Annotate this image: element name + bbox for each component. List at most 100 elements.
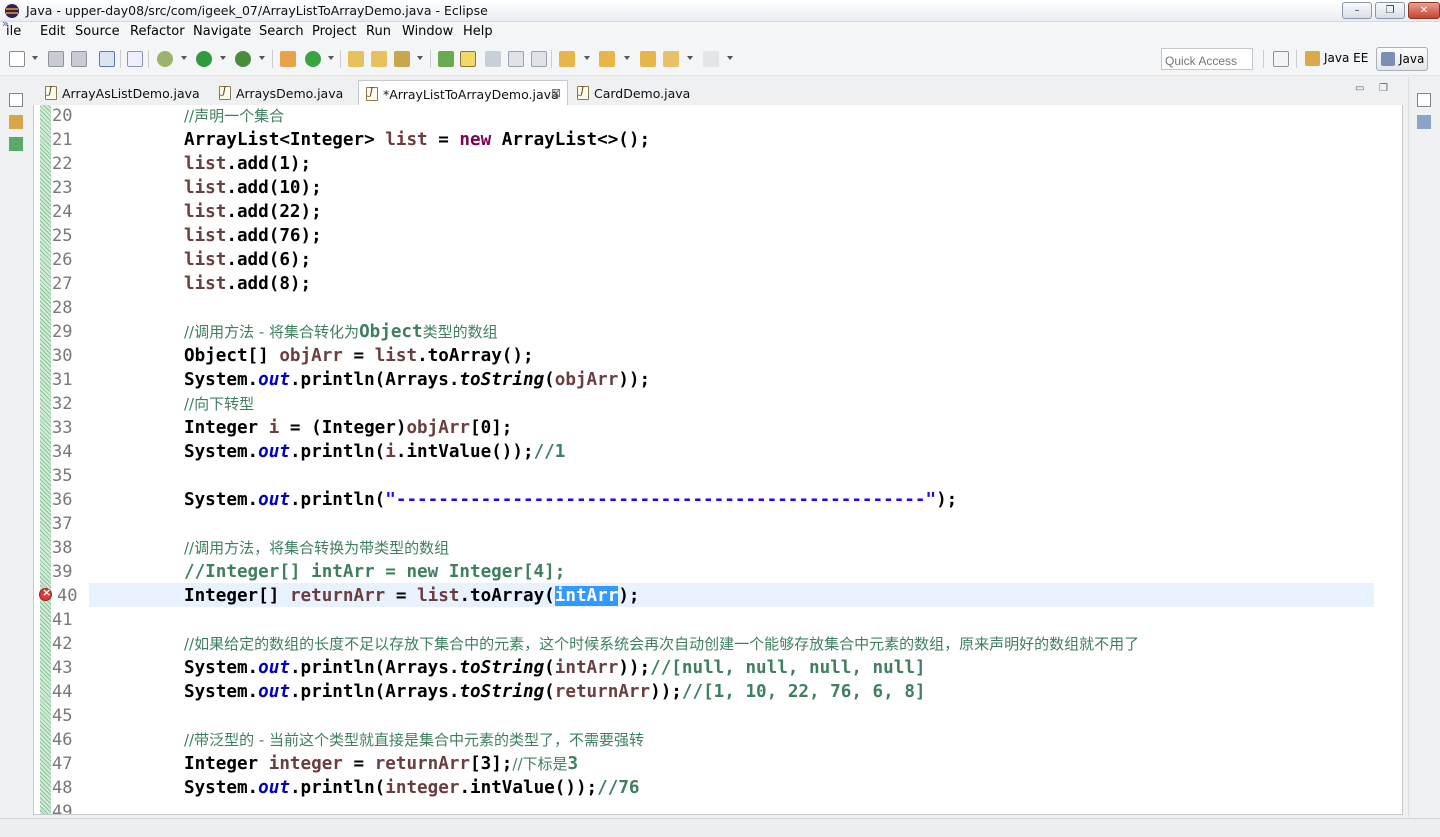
skip-breakpoints-icon[interactable] — [127, 51, 143, 67]
tab-arraylisttoarraydemo[interactable]: *ArrayListToArrayDemo.java ⊠ — [358, 80, 568, 105]
close-icon[interactable]: ⊠ — [551, 86, 561, 100]
minimize-icon: – — [1354, 5, 1360, 16]
close-window-button[interactable]: ✕ — [1408, 2, 1440, 19]
new-package-icon[interactable] — [280, 51, 296, 67]
menu-source[interactable]: Source — [75, 24, 120, 39]
menu-search[interactable]: Search — [259, 24, 304, 39]
tab-label: CardDemo.java — [594, 86, 691, 101]
perspective-java-button[interactable]: Java — [1376, 47, 1428, 71]
line-number: 23 — [52, 178, 73, 198]
open-type-icon[interactable] — [348, 51, 364, 67]
line-number: 35 — [52, 466, 73, 486]
selected-text[interactable]: intArr — [554, 586, 619, 606]
run-external-icon[interactable] — [235, 51, 251, 67]
minimize-icon[interactable]: ▭ — [1355, 83, 1364, 94]
java-editor[interactable]: 20 21 22 23 24 25 26 27 28 29 30 31 32 3… — [33, 105, 1403, 815]
main-toolbar: Java EE Java — [0, 42, 1440, 76]
chevron-down-icon[interactable] — [181, 56, 187, 60]
chevron-down-icon[interactable] — [584, 56, 590, 60]
pilcrow-icon[interactable] — [531, 51, 547, 67]
chevron-down-icon[interactable] — [417, 56, 423, 60]
tab-label: *ArrayListToArrayDemo.java — [383, 87, 559, 102]
javaee-perspective-icon — [1305, 51, 1320, 66]
minimize-window-button[interactable]: – — [1342, 2, 1372, 19]
line-number: 32 — [52, 394, 73, 414]
line-number: 25 — [52, 226, 73, 246]
back-icon[interactable] — [663, 51, 679, 67]
code-line: //调用方法，将集合转换为带类型的数组 — [184, 536, 449, 560]
maximize-icon[interactable]: ❐ — [1379, 83, 1388, 94]
line-number: 26 — [52, 250, 73, 270]
line-number-error: 40 — [57, 586, 78, 606]
line-number: 45 — [52, 706, 73, 726]
perspective-javaee-button[interactable]: Java EE — [1302, 48, 1368, 70]
menu-run[interactable]: Run — [366, 24, 391, 39]
chevron-down-icon[interactable] — [624, 56, 630, 60]
chevron-down-icon[interactable] — [259, 56, 265, 60]
search-icon[interactable] — [394, 51, 410, 67]
line-number: 28 — [52, 298, 73, 318]
comment-text: //向下转型 — [184, 395, 255, 413]
menu-file[interactable]: ile — [6, 24, 21, 39]
java-file-icon — [577, 86, 589, 100]
code-line: System.out.println(Arrays.toString(objAr… — [184, 370, 651, 390]
line-number: 38 — [52, 538, 73, 558]
tab-arrayaslistdemo[interactable]: ArrayAsListDemo.java — [38, 80, 208, 105]
line-number-ruler: 20 21 22 23 24 25 26 27 28 29 30 31 32 3… — [52, 105, 88, 814]
next-edit-icon[interactable] — [559, 51, 575, 67]
tab-arraysdemo[interactable]: ArraysDemo.java — [212, 80, 362, 105]
code-line: ArrayList<Integer> list = new ArrayList<… — [184, 130, 651, 150]
code-line: list.add(22); — [184, 202, 322, 222]
editor-tab-bar: ArrayAsListDemo.java ArraysDemo.java *Ar… — [33, 79, 1403, 105]
mark-occurrences-icon[interactable] — [460, 51, 476, 67]
comment-text: 3 — [567, 754, 579, 774]
chevron-down-icon[interactable] — [220, 56, 226, 60]
restore-window-button[interactable]: ❐ — [1375, 2, 1405, 19]
code-line: list.add(10); — [184, 178, 322, 198]
code-line: list.add(1); — [184, 154, 312, 174]
forward-icon[interactable] — [703, 51, 719, 67]
hierarchy-icon[interactable] — [9, 137, 23, 151]
last-edit-location-icon[interactable] — [640, 51, 656, 67]
open-resource-icon[interactable] — [371, 51, 387, 67]
java-file-icon — [366, 87, 378, 101]
comment-text: 类型的数组 — [422, 323, 498, 341]
prev-edit-icon[interactable] — [599, 51, 615, 67]
save-icon[interactable] — [48, 51, 64, 67]
tab-carddemo[interactable]: CardDemo.java — [570, 80, 730, 105]
menu-window[interactable]: Window — [402, 24, 453, 39]
outline-icon[interactable] — [1417, 115, 1431, 129]
menu-project[interactable]: Project — [312, 24, 356, 39]
package-explorer-icon[interactable] — [9, 115, 23, 129]
toggle-block-selection-icon[interactable] — [485, 51, 501, 67]
run-icon[interactable] — [196, 51, 212, 67]
code-line: Object[] objArr = list.toArray(); — [184, 346, 534, 366]
quick-access-input[interactable] — [1161, 48, 1253, 70]
show-whitespace-icon[interactable] — [508, 51, 524, 67]
next-annotation-icon[interactable] — [438, 51, 454, 67]
menu-refactor[interactable]: Refactor — [130, 24, 185, 39]
restore-icon[interactable] — [9, 93, 23, 107]
chevron-down-icon[interactable] — [727, 56, 733, 60]
menu-navigate[interactable]: Navigate — [193, 24, 251, 39]
new-class-icon[interactable] — [305, 51, 321, 67]
menu-help[interactable]: Help — [463, 24, 493, 39]
chevron-down-icon[interactable] — [328, 56, 334, 60]
open-perspective-icon[interactable] — [1273, 51, 1289, 67]
java-file-icon — [45, 86, 57, 100]
error-icon[interactable] — [39, 586, 52, 601]
new-icon[interactable] — [9, 51, 25, 67]
chevron-down-icon[interactable] — [687, 56, 693, 60]
toolbar-separator — [1263, 50, 1264, 68]
comment-text: //调用方法 - 将集合转化为 — [184, 323, 360, 341]
perspective-javaee-label: Java EE — [1324, 51, 1369, 65]
chevron-down-icon[interactable] — [32, 56, 38, 60]
code-line: System.out.println(i.intValue());//1 — [184, 442, 566, 462]
debug-icon[interactable] — [157, 51, 173, 67]
menu-edit[interactable]: Edit — [40, 24, 65, 39]
terminal-icon[interactable] — [99, 51, 115, 67]
code-area[interactable]: //声明一个集合 ArrayList<Integer> list = new A… — [89, 105, 1374, 814]
save-all-icon[interactable] — [71, 51, 87, 67]
restore-icon[interactable] — [1417, 93, 1431, 107]
toolbar-separator — [430, 50, 431, 68]
